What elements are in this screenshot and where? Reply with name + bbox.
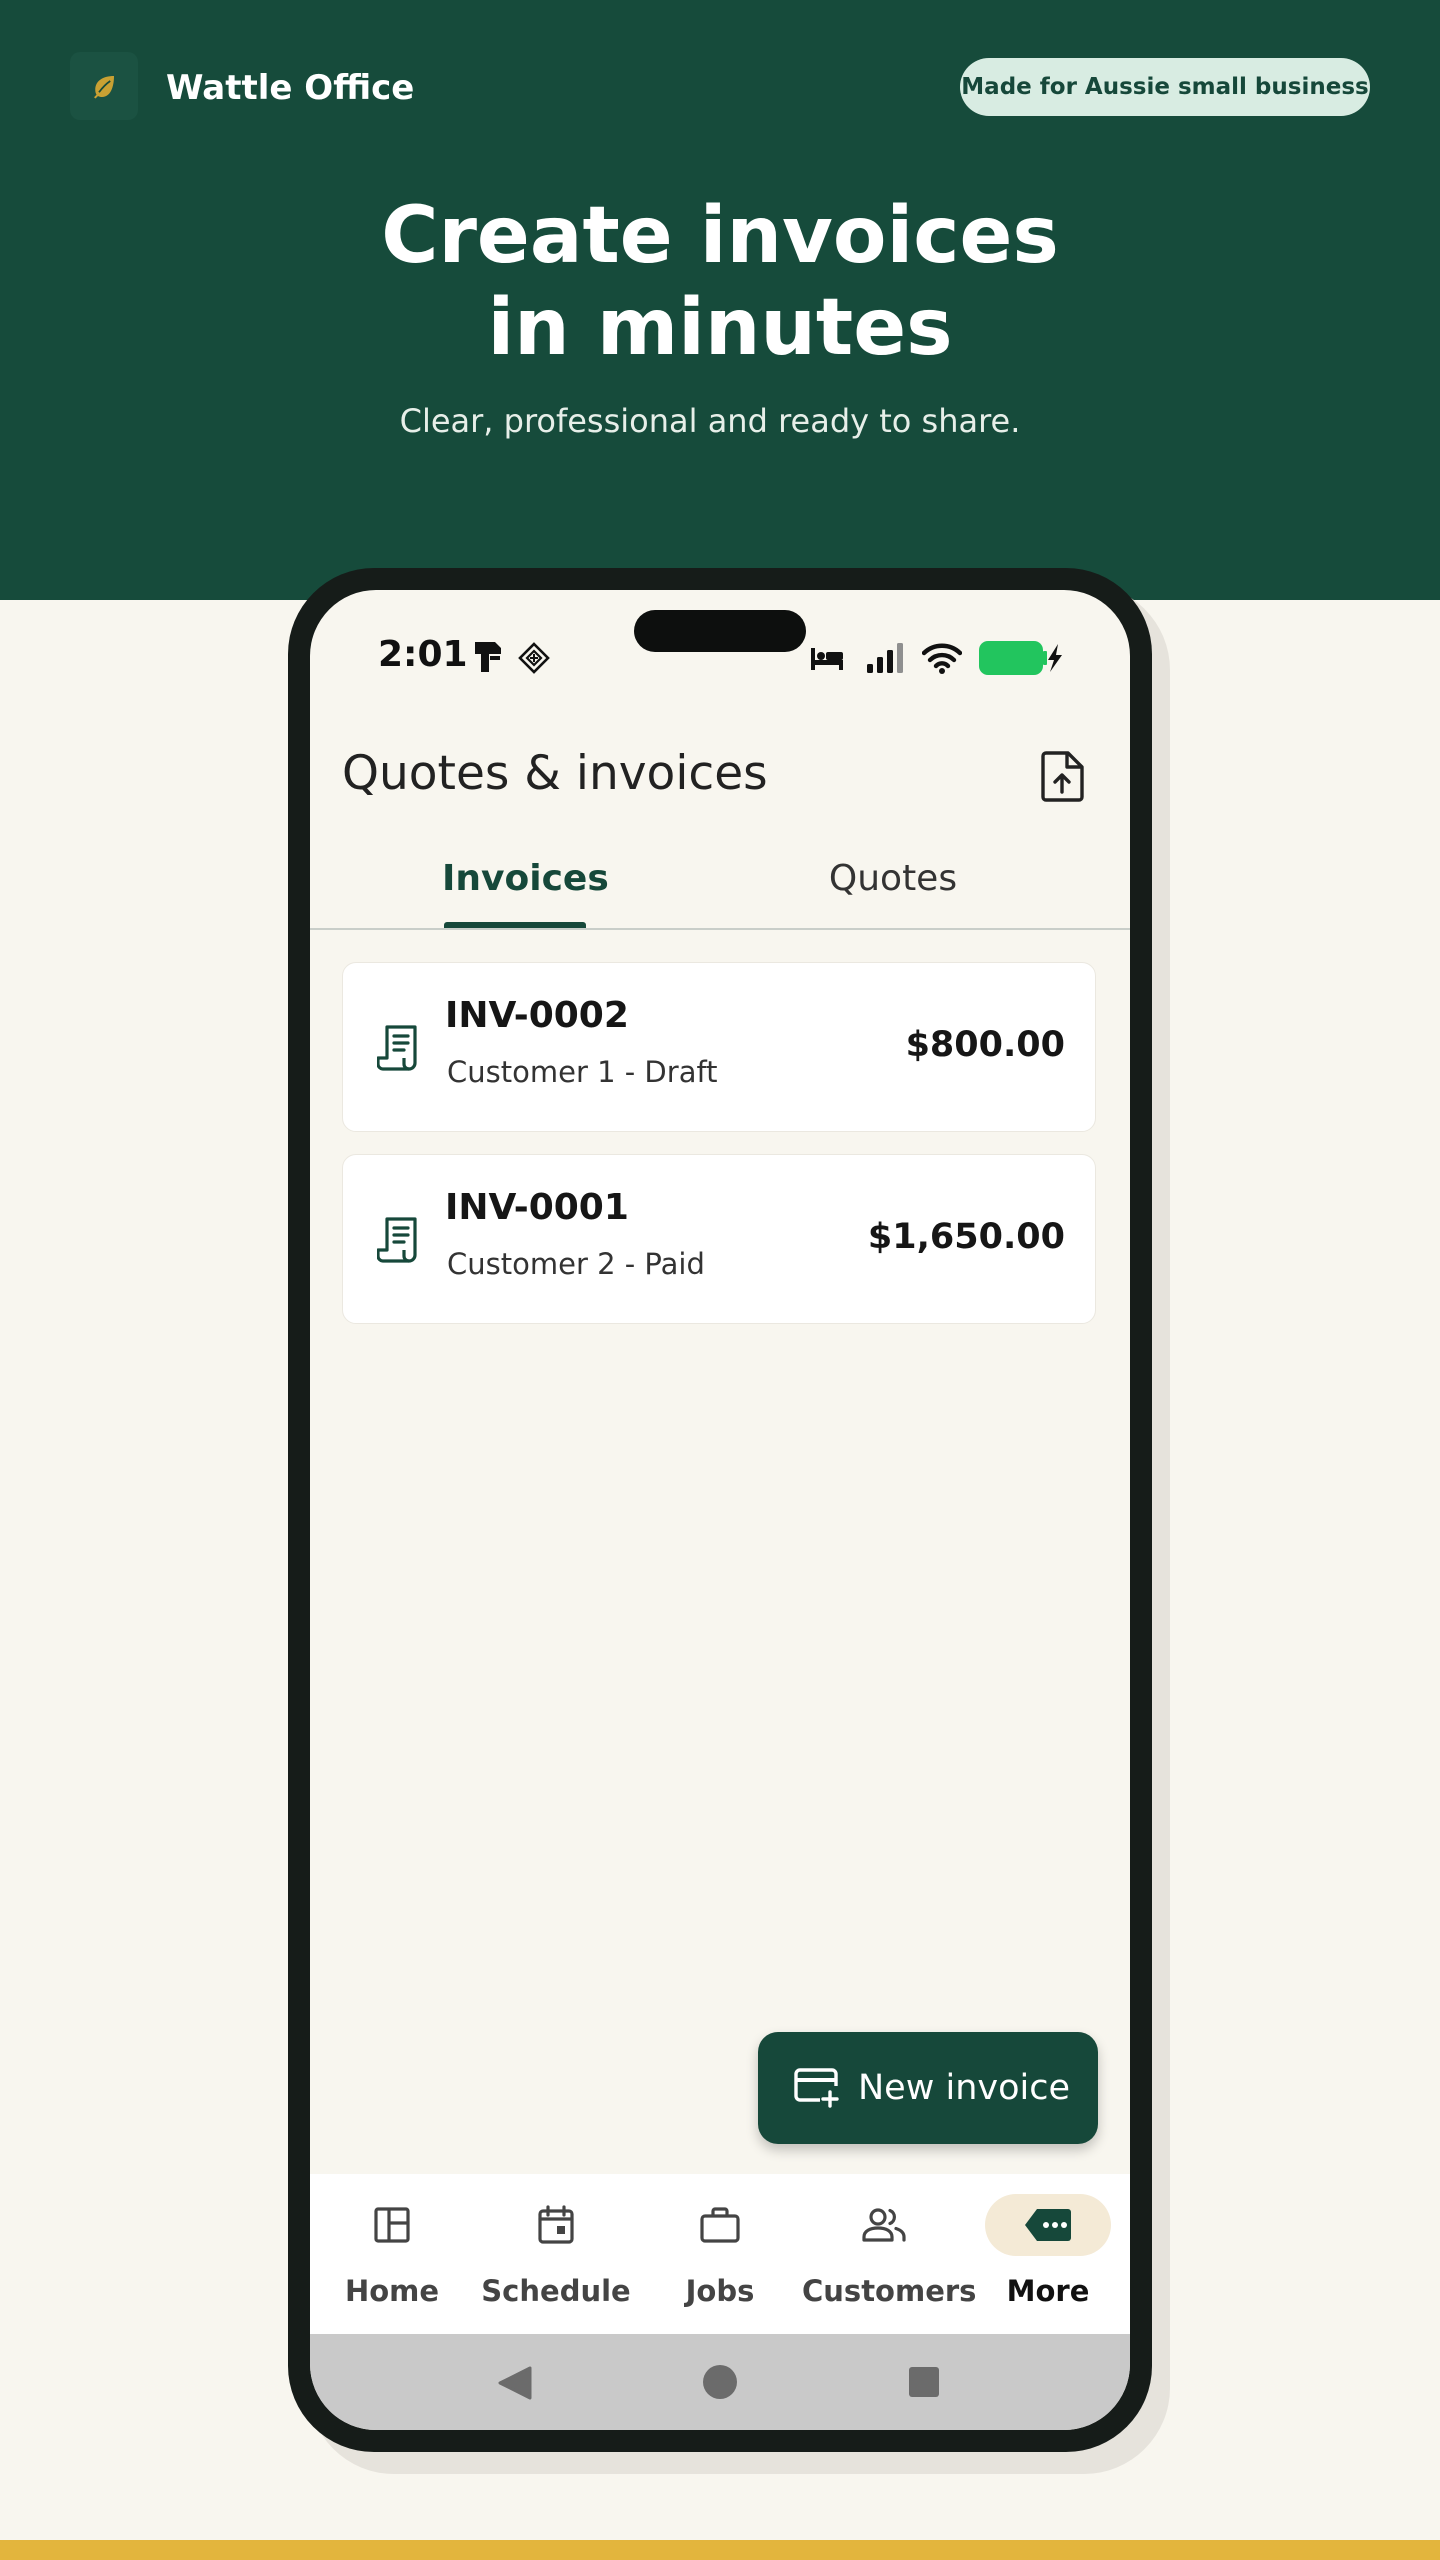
tab-divider: [310, 928, 1130, 930]
nav-label: Schedule: [481, 2274, 631, 2308]
brand-logo: [70, 52, 138, 120]
invoice-number: INV-0002: [445, 995, 629, 1036]
phone-screen: 2:01 Quotes & invoices Invoices Quotes I…: [310, 590, 1130, 2430]
phone-frame: 2:01 Quotes & invoices Invoices Quotes I…: [288, 568, 1152, 2452]
hero-subheading: Clear, professional and ready to share.: [399, 402, 1021, 440]
nav-item-more[interactable]: More: [966, 2174, 1130, 2334]
new-invoice-button[interactable]: New invoice: [758, 2032, 1098, 2144]
tagline-badge: Made for Aussie small business: [960, 58, 1370, 116]
app-title: Quotes & invoices: [342, 746, 768, 801]
tag-more-icon: [1025, 2209, 1071, 2241]
wifi-icon: [922, 643, 962, 674]
invoice-number: INV-0001: [445, 1187, 629, 1228]
recents-icon[interactable]: [908, 2366, 940, 2398]
invoice-subtitle: Customer 1 - Draft: [447, 1055, 718, 1089]
tab-quotes[interactable]: Quotes: [820, 858, 966, 908]
system-navigation-bar: [310, 2334, 1130, 2430]
invoice-subtitle: Customer 2 - Paid: [447, 1247, 705, 1281]
nav-item-schedule[interactable]: Schedule: [474, 2174, 638, 2334]
nav-item-home[interactable]: Home: [310, 2174, 474, 2334]
hero-banner: Wattle Office Made for Aussie small busi…: [0, 0, 1440, 600]
invoice-amount: $800.00: [905, 1025, 1065, 1065]
headline-line-2: in minutes: [487, 283, 953, 373]
invoice-amount: $1,650.00: [867, 1217, 1065, 1257]
briefcase-icon: [700, 2207, 740, 2243]
new-invoice-label: New invoice: [858, 2068, 1070, 2108]
nav-label: Home: [344, 2274, 440, 2308]
headline-line-1: Create invoices: [381, 191, 1059, 281]
nav-label: Customers: [802, 2274, 977, 2308]
leaf-icon: [94, 76, 114, 99]
hero-headline: Create invoices in minutes: [0, 190, 1440, 374]
invoice-card[interactable]: INV-0002 Customer 1 - Draft $800.00: [342, 962, 1096, 1132]
footer-accent-strip: [0, 2540, 1440, 2560]
sleep-bed-icon: [811, 648, 843, 670]
dashboard-icon: [374, 2207, 410, 2243]
nav-item-customers[interactable]: Customers: [802, 2174, 977, 2334]
camera-island: [634, 610, 806, 652]
signal-icon: [867, 643, 903, 673]
brand-name: Wattle Office: [166, 68, 415, 108]
people-icon: [862, 2208, 906, 2242]
bottom-navigation: Home Schedule Jobs Customers More: [310, 2174, 1130, 2334]
nav-label: Jobs: [685, 2274, 755, 2308]
home-circle-icon[interactable]: [702, 2364, 738, 2400]
receipt-icon: [377, 1217, 417, 1263]
file-upload-icon[interactable]: [1040, 750, 1086, 802]
back-icon[interactable]: [496, 2366, 532, 2400]
status-time: 2:01: [378, 634, 468, 675]
diamond-grid-icon: [518, 642, 550, 674]
battery-charging-icon: [979, 641, 1062, 675]
calendar-icon: [538, 2205, 574, 2244]
nav-item-jobs[interactable]: Jobs: [638, 2174, 802, 2334]
invoice-card[interactable]: INV-0001 Customer 2 - Paid $1,650.00: [342, 1154, 1096, 1324]
receipt-icon: [377, 1025, 417, 1071]
sim-card-icon: [475, 642, 501, 672]
nav-label: More: [1006, 2274, 1090, 2308]
card-add-icon: [794, 2068, 839, 2108]
tab-invoices[interactable]: Invoices: [442, 858, 609, 908]
